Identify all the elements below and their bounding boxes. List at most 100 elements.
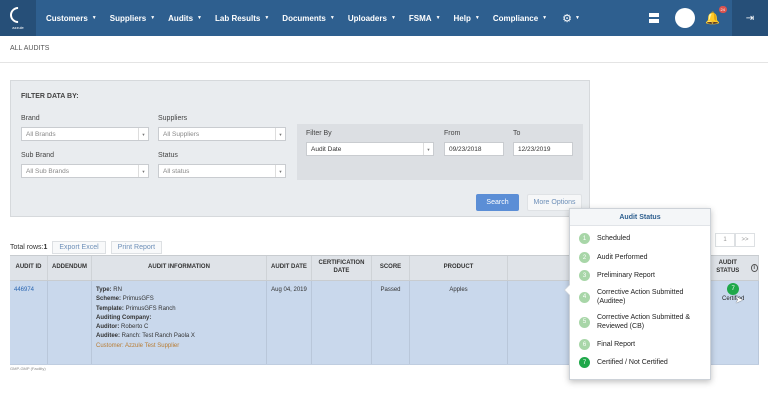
- next-page-button[interactable]: >>: [735, 233, 755, 247]
- nav-help[interactable]: Help ▼: [454, 14, 480, 23]
- nav-label: Uploaders: [347, 13, 387, 23]
- nav-label: Customers: [46, 13, 88, 23]
- total-rows-value: 1: [43, 244, 48, 251]
- status-badge[interactable]: 7: [727, 283, 740, 295]
- apps-menu-icon[interactable]: [649, 13, 660, 23]
- product-cell: Apples: [410, 281, 508, 364]
- info-icon[interactable]: i: [750, 264, 758, 272]
- to-date-input[interactable]: 12/23/2019: [513, 142, 573, 156]
- status-item-label: Final Report: [597, 340, 636, 348]
- logout-icon[interactable]: ⇥: [732, 0, 768, 36]
- status-select[interactable]: All status ▼: [158, 164, 286, 178]
- nav-label: Help: [453, 13, 471, 23]
- header-audit-information[interactable]: AUDIT INFORMATION: [92, 256, 267, 280]
- nav-customers[interactable]: Customers ▼: [46, 14, 97, 23]
- page-1-button[interactable]: 1: [715, 233, 735, 247]
- nav-compliance[interactable]: Compliance ▼: [493, 14, 547, 23]
- pagination: 1 >>: [715, 233, 755, 247]
- caret-down-icon: ▼: [91, 15, 97, 21]
- header-certification-date[interactable]: CERTIFICATION DATE: [312, 256, 372, 280]
- caret-down-icon: ▼: [264, 15, 270, 21]
- nav-label: Lab Results: [215, 13, 261, 23]
- type-value: RN: [113, 287, 122, 293]
- suppliers-select[interactable]: All Suppliers ▼: [158, 127, 286, 141]
- audit-date-cell: Aug 04, 2019: [267, 281, 312, 364]
- brand-select[interactable]: All Brands ▼: [21, 127, 149, 141]
- nav-audits[interactable]: Audits ▼: [168, 14, 202, 23]
- scheme-label: Scheme:: [96, 296, 122, 303]
- header-audit-status[interactable]: AUDIT STATUS i: [708, 256, 759, 280]
- to-label: To: [513, 130, 521, 137]
- auditee-label: Auditee:: [96, 333, 120, 340]
- nav-suppliers[interactable]: Suppliers ▼: [110, 14, 155, 23]
- status-item-corrective-auditee: 4 Corrective Action Submitted (Auditee): [579, 288, 703, 306]
- filter-title: FILTER DATA BY:: [21, 93, 79, 100]
- azzule-logo[interactable]: azzule: [0, 0, 36, 36]
- page-title: ALL AUDITS: [10, 45, 50, 52]
- footer-note: GMP-GMP (Facility): [10, 366, 46, 371]
- company-label: Auditing Company:: [96, 314, 152, 321]
- scheme-value: PrimusGFS: [122, 296, 154, 303]
- caret-down-icon: ▼: [542, 15, 548, 21]
- gear-icon[interactable]: ⚙: [562, 12, 572, 25]
- addendum-cell: [48, 281, 92, 364]
- status-number-badge: 4: [579, 291, 590, 303]
- status-item-final-report: 6 Final Report: [579, 339, 635, 350]
- status-item-label: Scheduled: [597, 234, 631, 242]
- status-item-certified: 7 Certified / Not Certified: [579, 357, 668, 368]
- auditor-line: Auditor: Roberto C: [96, 323, 262, 332]
- filter-by-label: Filter By: [306, 130, 332, 137]
- to-date-value: 12/23/2019: [518, 145, 551, 153]
- status-label: Status: [158, 152, 178, 159]
- certification-date-cell: [312, 281, 372, 364]
- auditee-line: Auditee: Ranch: Test Ranch Paola X: [96, 332, 262, 341]
- notifications-bell-icon[interactable]: 🔔 24: [705, 6, 727, 25]
- score-cell: Passed: [372, 281, 410, 364]
- audit-status-popover: Audit Status 1 Scheduled 2 Audit Performed…: [564, 208, 711, 380]
- status-number-badge: 1: [579, 233, 590, 244]
- chevron-down-icon: ▼: [138, 128, 148, 140]
- notification-badge: 24: [718, 6, 727, 13]
- chevron-down-icon: ▼: [275, 165, 285, 177]
- status-select-value: All status: [163, 167, 190, 175]
- header-audit-id[interactable]: AUDIT ID: [10, 256, 48, 280]
- print-report-button[interactable]: Print Report: [110, 241, 163, 254]
- nav-uploaders[interactable]: Uploaders ▼: [348, 14, 396, 23]
- chevron-down-icon: ▼: [275, 128, 285, 140]
- sub-brand-select-value: All Sub Brands: [26, 167, 69, 175]
- auditor-value: Roberto C: [121, 324, 149, 331]
- status-item-label: Corrective Action Submitted & Reviewed (…: [597, 314, 690, 331]
- nav-label: Audits: [168, 13, 194, 23]
- header-addendum[interactable]: ADDENDUM: [48, 256, 92, 280]
- header-product[interactable]: PRODUCT: [410, 256, 508, 280]
- nav-fsma[interactable]: FSMA ▼: [409, 14, 441, 23]
- status-number-badge: 6: [579, 339, 590, 350]
- popover-arrow: [564, 284, 570, 296]
- from-label: From: [444, 130, 461, 137]
- template-line: Template: PrimusGFS Ranch: [96, 305, 262, 314]
- template-label: Template:: [96, 305, 124, 312]
- audit-status-header-label: AUDIT STATUS: [716, 260, 740, 274]
- nav-label: Documents: [282, 13, 326, 23]
- avatar[interactable]: [675, 8, 696, 28]
- search-button[interactable]: Search: [476, 194, 519, 211]
- export-excel-button[interactable]: Export Excel: [52, 241, 106, 254]
- caret-down-icon: ▼: [390, 15, 396, 21]
- from-date-input[interactable]: 09/23/2018: [444, 142, 504, 156]
- status-item-label: Corrective Action Submitted (Auditee): [597, 289, 684, 306]
- logo-icon: [6, 3, 30, 26]
- header-audit-date[interactable]: AUDIT DATE: [267, 256, 312, 280]
- nav-lab-results[interactable]: Lab Results ▼: [215, 14, 269, 23]
- status-item-audit-performed: 2 Audit Performed: [579, 252, 648, 263]
- nav-documents[interactable]: Documents ▼: [282, 14, 335, 23]
- caret-down-icon: ▼: [150, 15, 156, 21]
- status-number-badge: 5: [579, 316, 590, 328]
- table-toolbar: Total rows:1 Export Excel Print Report: [10, 241, 163, 254]
- chevron-down-icon: ▼: [423, 143, 433, 155]
- sub-brand-select[interactable]: All Sub Brands ▼: [21, 164, 149, 178]
- filter-by-select[interactable]: Audit Date ▼: [306, 142, 434, 156]
- header-score[interactable]: SCORE: [372, 256, 410, 280]
- audit-id-link[interactable]: 446974: [10, 281, 48, 364]
- scheme-line: Scheme: PrimusGFS: [96, 295, 262, 304]
- suppliers-select-value: All Suppliers: [163, 130, 200, 138]
